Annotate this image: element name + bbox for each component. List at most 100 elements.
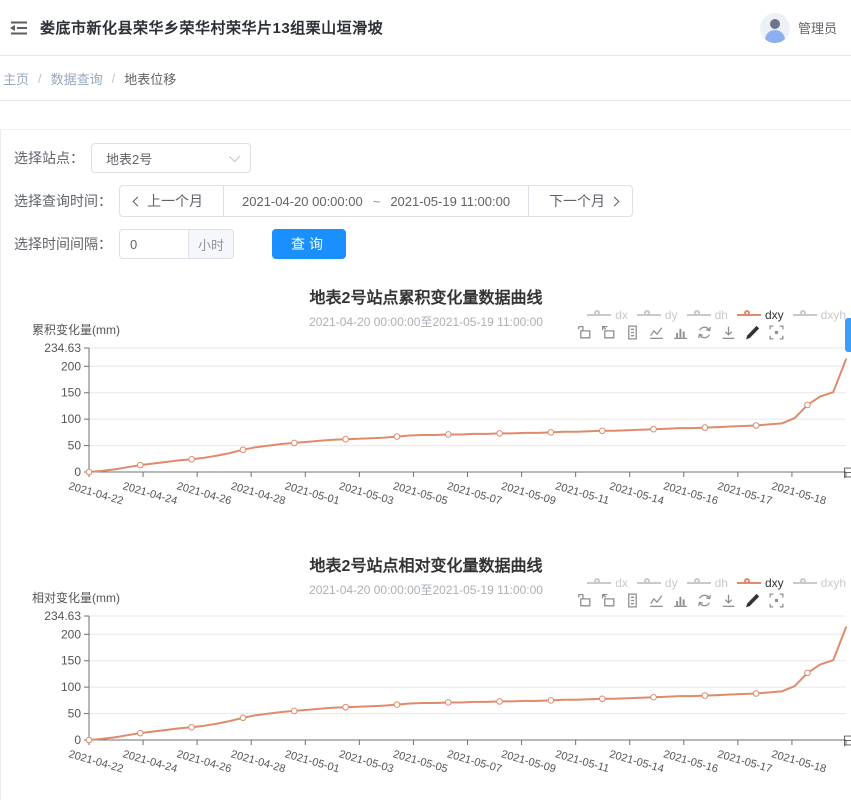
legend-label: dy <box>665 308 678 322</box>
legend-label: dx <box>615 308 628 322</box>
query-form: 选择站点： 地表2号 选择查询时间： 上一个月 2021-04-20 00:00… <box>1 130 851 259</box>
svg-text:2021-04-24: 2021-04-24 <box>121 480 178 507</box>
chart-title: 地表2号站点累积变化量数据曲线 <box>1 272 851 308</box>
legend-item-dh[interactable]: dh <box>687 308 728 322</box>
time-label: 选择查询时间： <box>14 191 112 211</box>
plot-area[interactable]: 050100150200234.632021-04-222021-04-2420… <box>1 336 851 526</box>
legend-item-dh[interactable]: dh <box>687 576 728 590</box>
svg-text:2021-05-09: 2021-05-09 <box>500 480 557 507</box>
svg-text:2021-05-11: 2021-05-11 <box>554 480 611 507</box>
user-name[interactable]: 管理员 <box>798 18 837 37</box>
legend-item-dy[interactable]: dy <box>637 576 678 590</box>
svg-text:日期: 日期 <box>842 734 851 748</box>
svg-text:100: 100 <box>61 680 81 694</box>
svg-text:234.63: 234.63 <box>44 341 81 355</box>
main-content: 选择站点： 地表2号 选择查询时间： 上一个月 2021-04-20 00:00… <box>0 129 851 800</box>
svg-text:2021-04-28: 2021-04-28 <box>229 748 286 775</box>
page-title: 娄底市新化县荣华乡荣华村荣华片13组栗山垣滑坡 <box>40 17 383 38</box>
interval-unit: 小时 <box>189 229 234 259</box>
svg-text:2021-05-14: 2021-05-14 <box>608 480 665 507</box>
legend-item-dx[interactable]: dx <box>587 576 628 590</box>
legend-label: dxy <box>765 308 784 322</box>
breadcrumb-data-query[interactable]: 数据查询 <box>51 69 103 88</box>
station-label: 选择站点： <box>14 148 84 168</box>
svg-text:2021-05-17: 2021-05-17 <box>716 748 773 775</box>
chevron-right-icon <box>610 196 620 206</box>
svg-text:2021-05-01: 2021-05-01 <box>283 748 340 775</box>
legend-item-dy[interactable]: dy <box>637 308 678 322</box>
station-select-value: 地表2号 <box>106 149 232 168</box>
svg-text:2021-04-22: 2021-04-22 <box>67 480 124 507</box>
next-month-label: 下一个月 <box>549 191 605 211</box>
legend-line-marker <box>793 582 817 584</box>
svg-text:50: 50 <box>68 707 82 721</box>
legend-item-dxyh[interactable]: dxyh <box>793 576 846 590</box>
legend-line-marker <box>687 314 711 316</box>
legend-item-dxy[interactable]: dxy <box>737 576 784 590</box>
chevron-left-icon <box>133 196 143 206</box>
svg-text:2021-05-03: 2021-05-03 <box>338 480 395 507</box>
legend-item-dx[interactable]: dx <box>587 308 628 322</box>
svg-text:2021-05-17: 2021-05-17 <box>716 480 773 507</box>
svg-text:200: 200 <box>61 359 81 373</box>
svg-text:0: 0 <box>74 465 81 479</box>
prev-month-label: 上一个月 <box>147 191 203 211</box>
chart-title: 地表2号站点相对变化量数据曲线 <box>1 540 851 576</box>
svg-text:2021-05-16: 2021-05-16 <box>662 480 719 507</box>
legend-line-marker <box>687 582 711 584</box>
edge-scroll-tab[interactable] <box>845 318 851 352</box>
plot-area[interactable]: 050100150200234.632021-04-222021-04-2420… <box>1 604 851 794</box>
svg-text:2021-05-01: 2021-05-01 <box>283 480 340 507</box>
date-range-display[interactable]: 2021-04-20 00:00:00 ~ 2021-05-19 11:00:0… <box>223 186 528 216</box>
legend-line-marker <box>587 314 611 316</box>
legend-label: dxy <box>765 576 784 590</box>
svg-text:2021-05-05: 2021-05-05 <box>392 480 449 507</box>
legend-line-marker <box>587 582 611 584</box>
svg-text:日期: 日期 <box>842 466 851 480</box>
svg-text:234.63: 234.63 <box>44 609 81 623</box>
breadcrumb: 主页 / 数据查询 / 地表位移 <box>0 56 851 101</box>
svg-text:2021-05-18: 2021-05-18 <box>770 480 827 507</box>
cumulative-chart-section: 地表2号站点累积变化量数据曲线 2021-04-20 00:00:00至2021… <box>1 272 851 524</box>
prev-month-button[interactable]: 上一个月 <box>120 186 223 216</box>
svg-text:2021-05-09: 2021-05-09 <box>500 748 557 775</box>
svg-text:100: 100 <box>61 412 81 426</box>
svg-text:2021-05-14: 2021-05-14 <box>608 748 665 775</box>
legend-line-marker <box>637 314 661 316</box>
legend-label: dxyh <box>821 576 846 590</box>
breadcrumb-separator: / <box>112 71 116 86</box>
next-month-button[interactable]: 下一个月 <box>528 186 632 216</box>
interval-input[interactable] <box>119 229 189 259</box>
relative-chart-section: 地表2号站点相对变化量数据曲线 2021-04-20 00:00:00至2021… <box>1 540 851 800</box>
svg-text:0: 0 <box>74 733 81 747</box>
legend-line-marker <box>793 314 817 316</box>
breadcrumb-home[interactable]: 主页 <box>3 69 29 88</box>
legend-label: dh <box>715 308 728 322</box>
station-select[interactable]: 地表2号 <box>91 143 251 173</box>
range-end: 2021-05-19 11:00:00 <box>390 194 510 209</box>
svg-text:150: 150 <box>61 654 81 668</box>
page: 娄底市新化县荣华乡荣华村荣华片13组栗山垣滑坡 管理员 主页 / 数据查询 / … <box>0 0 851 800</box>
legend-line-marker <box>637 582 661 584</box>
svg-text:2021-05-05: 2021-05-05 <box>392 748 449 775</box>
collapse-menu-icon[interactable] <box>8 17 30 39</box>
legend-item-dxyh[interactable]: dxyh <box>793 308 846 322</box>
svg-text:50: 50 <box>68 439 82 453</box>
range-separator: ~ <box>373 194 381 209</box>
legend-line-marker <box>737 582 761 584</box>
range-start: 2021-04-20 00:00:00 <box>242 194 363 209</box>
legend-label: dx <box>615 576 628 590</box>
legend-line-marker <box>737 314 761 316</box>
time-range-group: 上一个月 2021-04-20 00:00:00 ~ 2021-05-19 11… <box>119 185 633 217</box>
svg-text:2021-04-26: 2021-04-26 <box>175 480 232 507</box>
legend-item-dxy[interactable]: dxy <box>737 308 784 322</box>
interval-label: 选择时间间隔： <box>14 234 112 254</box>
query-button[interactable]: 查询 <box>272 229 346 259</box>
legend-label: dxyh <box>821 308 846 322</box>
legend-label: dh <box>715 576 728 590</box>
breadcrumb-separator: / <box>38 71 42 86</box>
legend: dxdy dh dxy dxyh <box>578 576 846 590</box>
svg-text:2021-04-22: 2021-04-22 <box>67 748 124 775</box>
svg-text:2021-04-26: 2021-04-26 <box>175 748 232 775</box>
avatar[interactable] <box>760 13 790 43</box>
